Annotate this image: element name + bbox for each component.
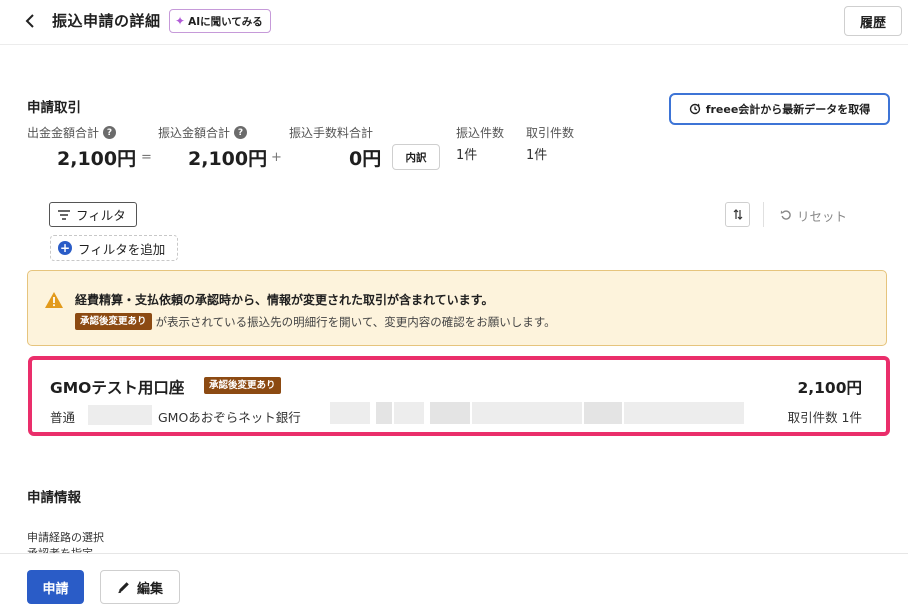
- edit-button[interactable]: 編集: [100, 570, 180, 604]
- breakdown-button[interactable]: 内訳: [392, 144, 440, 170]
- toolbar-divider: [763, 202, 764, 227]
- help-icon[interactable]: ?: [103, 126, 117, 139]
- redacted-account-holder: [472, 402, 582, 424]
- outgoing-total-label: 出金金額合計: [27, 126, 100, 140]
- action-footer: 申請 編集: [0, 553, 908, 611]
- plus-sign: +: [271, 150, 282, 165]
- fee-total-label: 振込手数料合計: [289, 126, 374, 140]
- redacted-account-holder: [584, 402, 622, 424]
- redacted-branch: [394, 402, 424, 424]
- fetch-latest-data-label: freee会計から最新データを取得: [705, 103, 871, 116]
- filter-label: フィルタ: [76, 208, 126, 223]
- chevron-left-icon: [25, 14, 34, 28]
- redacted-branch: [430, 402, 470, 424]
- redacted-account-number: [88, 405, 152, 425]
- back-button[interactable]: [22, 11, 38, 31]
- route-selection-label: 申請経路の選択: [27, 531, 104, 544]
- warning-body: 承認後変更あり が表示されている振込先の明細行を開いて、変更内容の確認をお願いし…: [75, 313, 556, 330]
- sort-arrows-icon: [733, 209, 742, 220]
- redacted-branch: [376, 402, 392, 424]
- section-title-transactions: 申請取引: [27, 100, 81, 116]
- fee-total-value: 0円: [349, 148, 382, 170]
- edit-label: 編集: [136, 581, 163, 597]
- equals-sign: =: [141, 150, 152, 165]
- sort-button[interactable]: [725, 202, 750, 227]
- outgoing-total-value: 2,100円: [57, 148, 137, 170]
- filter-icon: [58, 209, 70, 220]
- outgoing-total-label-group: 出金金額合計 ?: [27, 124, 117, 141]
- pencil-icon: [118, 582, 129, 594]
- ask-ai-label: AIに聞いてみる: [188, 15, 263, 28]
- transfer-total-label-group: 振込金額合計 ?: [158, 124, 248, 141]
- transfer-total-label: 振込金額合計: [158, 126, 231, 140]
- section-title-application-info: 申請情報: [27, 490, 81, 506]
- account-card[interactable]: GMOテスト用口座 承認後変更あり 2,100円 普通 GMOあおぞらネット銀行…: [28, 356, 890, 436]
- account-name: GMOテスト用口座: [50, 379, 185, 397]
- warning-body-text: が表示されている振込先の明細行を開いて、変更内容の確認をお願いします。: [155, 314, 556, 329]
- reset-label: リセット: [797, 208, 848, 224]
- apply-button[interactable]: 申請: [27, 570, 84, 604]
- warning-icon: [45, 292, 63, 308]
- add-filter-button[interactable]: + フィルタを追加: [50, 235, 178, 261]
- warning-banner: 経費精算・支払依頼の承認時から、情報が変更された取引が含まれています。 承認後変…: [27, 270, 887, 346]
- transfer-count-value: 1件: [456, 148, 478, 163]
- sparkle-icon: ✦: [175, 14, 186, 28]
- fetch-latest-data-button[interactable]: freee会計から最新データを取得: [669, 93, 890, 125]
- plus-circle-icon: +: [58, 241, 72, 255]
- help-icon[interactable]: ?: [234, 126, 248, 139]
- page-header: 振込申請の詳細 ✦ AIに聞いてみる 履歴: [0, 0, 908, 44]
- header-divider: [0, 44, 908, 45]
- bank-name: GMOあおぞらネット銀行: [158, 410, 301, 425]
- account-amount: 2,100円: [797, 379, 862, 397]
- refresh-icon: [689, 103, 700, 115]
- history-button[interactable]: 履歴: [844, 6, 902, 36]
- transfer-total-value: 2,100円: [188, 148, 268, 170]
- ask-ai-button[interactable]: ✦ AIに聞いてみる: [169, 9, 271, 33]
- warning-title: 経費精算・支払依頼の承認時から、情報が変更された取引が含まれています。: [75, 293, 494, 307]
- add-filter-label: フィルタを追加: [78, 241, 166, 257]
- transaction-count-label: 取引件数: [526, 126, 575, 140]
- page-title: 振込申請の詳細: [52, 12, 161, 30]
- account-type: 普通: [50, 410, 76, 425]
- redacted-account-holder: [624, 402, 744, 424]
- reset-button[interactable]: リセット: [780, 205, 847, 225]
- changed-after-approval-badge: 承認後変更あり: [204, 377, 281, 394]
- transfer-count-label: 振込件数: [456, 126, 505, 140]
- undo-icon: [780, 210, 791, 220]
- changed-after-approval-badge: 承認後変更あり: [75, 313, 152, 330]
- redacted-branch: [330, 402, 370, 424]
- filter-button[interactable]: フィルタ: [49, 202, 137, 227]
- transaction-count-value: 1件: [526, 148, 548, 163]
- account-transaction-count: 取引件数 1件: [787, 410, 862, 425]
